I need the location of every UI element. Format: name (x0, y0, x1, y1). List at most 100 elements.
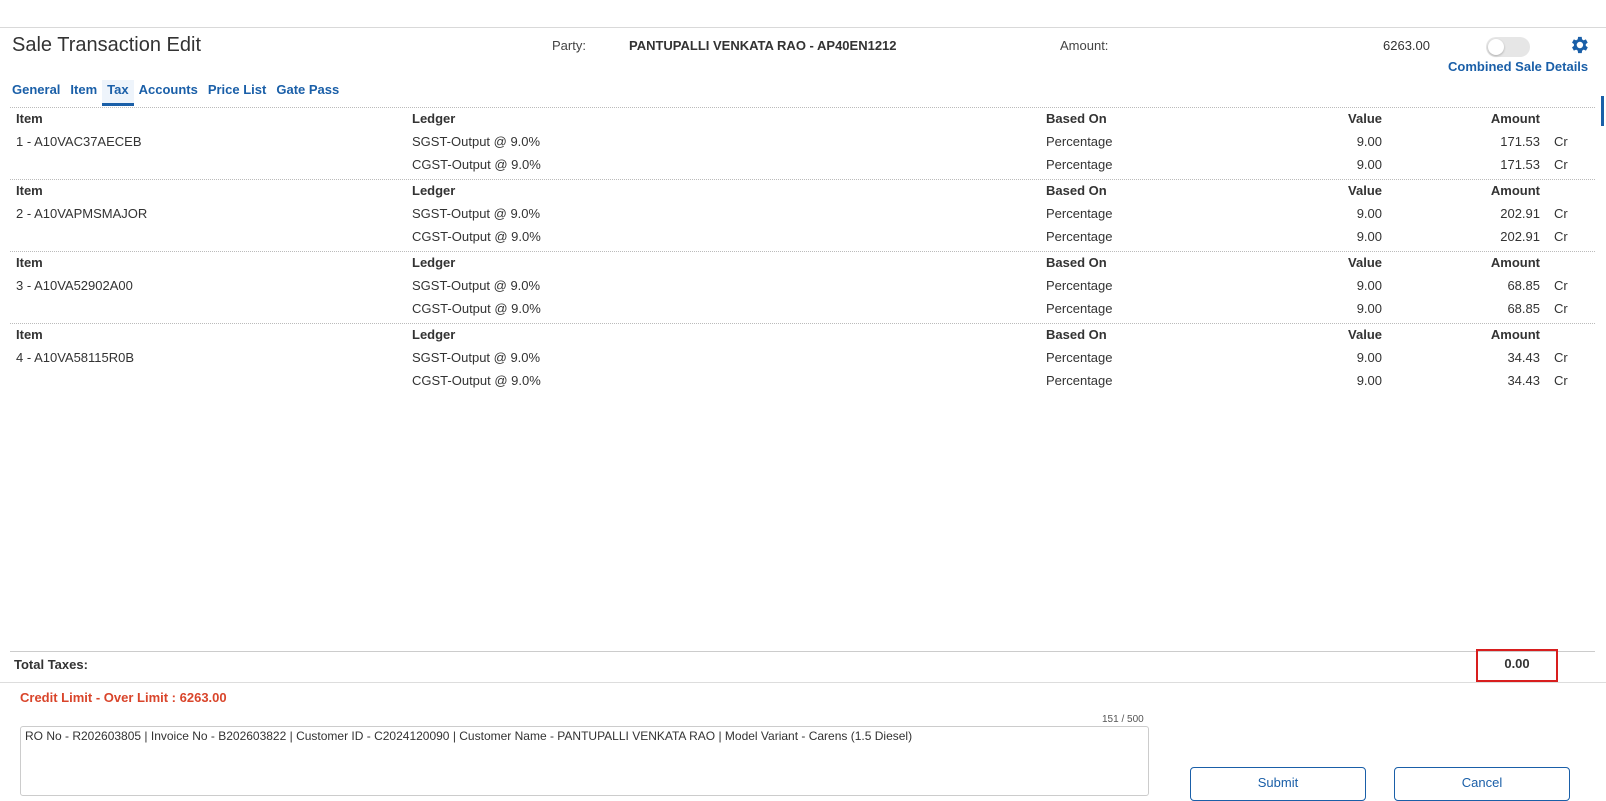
table-row[interactable]: 4 - A10VA58115R0B SGST-Output @ 9.0% Per… (10, 350, 1595, 370)
page-title: Sale Transaction Edit (12, 34, 201, 56)
ledger-cell: SGST-Output @ 9.0% (412, 350, 541, 365)
tax-grid: Item Ledger Based On Value Amount 1 - A1… (10, 107, 1595, 395)
col-amount-header: Amount (1490, 183, 1540, 198)
value-cell: 9.00 (1356, 350, 1382, 365)
group-header-row: Item Ledger Based On Value Amount (10, 255, 1595, 275)
ledger-cell: CGST-Output @ 9.0% (412, 229, 541, 244)
drcr-cell: Cr (1554, 229, 1568, 244)
based-on-cell: Percentage (1046, 134, 1113, 149)
col-item-header: Item (16, 255, 43, 270)
tab-bar: General Item Tax Accounts Price List Gat… (12, 80, 344, 106)
based-on-cell: Percentage (1046, 229, 1113, 244)
ledger-cell: SGST-Output @ 9.0% (412, 206, 541, 221)
tab-gate-pass[interactable]: Gate Pass (271, 80, 344, 106)
col-based-on-header: Based On (1046, 111, 1107, 126)
toggle-knob (1488, 39, 1504, 55)
amount-cell: 171.53 (1500, 134, 1540, 149)
based-on-cell: Percentage (1046, 278, 1113, 293)
col-ledger-header: Ledger (412, 327, 456, 342)
amount-cell: 171.53 (1500, 157, 1540, 172)
drcr-cell: Cr (1554, 157, 1568, 172)
group-header-row: Item Ledger Based On Value Amount (10, 111, 1595, 131)
remarks-field[interactable]: RO No - R202603805 | Invoice No - B20260… (20, 726, 1149, 796)
drcr-cell: Cr (1554, 350, 1568, 365)
submit-button[interactable]: Submit (1190, 767, 1366, 801)
ledger-cell: CGST-Output @ 9.0% (412, 157, 541, 172)
col-item-header: Item (16, 111, 43, 126)
tab-accounts[interactable]: Accounts (134, 80, 203, 106)
based-on-cell: Percentage (1046, 350, 1113, 365)
ledger-cell: CGST-Output @ 9.0% (412, 301, 541, 316)
table-row[interactable]: CGST-Output @ 9.0% Percentage 9.00 202.9… (10, 229, 1595, 249)
tax-group: Item Ledger Based On Value Amount 2 - A1… (10, 179, 1595, 251)
table-row[interactable]: 3 - A10VA52902A00 SGST-Output @ 9.0% Per… (10, 278, 1595, 298)
combined-sale-toggle[interactable] (1486, 37, 1530, 57)
col-ledger-header: Ledger (412, 183, 456, 198)
table-row[interactable]: CGST-Output @ 9.0% Percentage 9.00 34.43… (10, 373, 1595, 393)
tax-group: Item Ledger Based On Value Amount 4 - A1… (10, 323, 1595, 395)
col-amount-header: Amount (1490, 327, 1540, 342)
value-cell: 9.00 (1356, 157, 1382, 172)
based-on-cell: Percentage (1046, 206, 1113, 221)
table-row[interactable]: CGST-Output @ 9.0% Percentage 9.00 68.85… (10, 301, 1595, 321)
amount-label: Amount: (1060, 38, 1109, 53)
drcr-cell: Cr (1554, 373, 1568, 388)
col-item-header: Item (16, 327, 43, 342)
value-cell: 9.00 (1356, 278, 1382, 293)
table-row[interactable]: 2 - A10VAPMSMAJOR SGST-Output @ 9.0% Per… (10, 206, 1595, 226)
value-cell: 9.00 (1356, 134, 1382, 149)
total-divider-top (10, 651, 1595, 652)
item-name: 1 - A10VAC37AECEB (16, 134, 142, 149)
amount-cell: 202.91 (1500, 206, 1540, 221)
amount-cell: 34.43 (1507, 350, 1540, 365)
scroll-indicator[interactable] (1601, 96, 1604, 126)
cancel-button[interactable]: Cancel (1394, 767, 1570, 801)
gear-icon[interactable] (1568, 34, 1590, 56)
tab-tax[interactable]: Tax (102, 80, 134, 106)
tax-group: Item Ledger Based On Value Amount 1 - A1… (10, 107, 1595, 179)
col-based-on-header: Based On (1046, 327, 1107, 342)
top-divider (0, 27, 1606, 28)
col-based-on-header: Based On (1046, 255, 1107, 270)
col-amount-header: Amount (1490, 111, 1540, 126)
combined-sale-details-link[interactable]: Combined Sale Details (1448, 59, 1588, 74)
drcr-cell: Cr (1554, 134, 1568, 149)
tax-group: Item Ledger Based On Value Amount 3 - A1… (10, 251, 1595, 323)
amount-value: 6263.00 (1383, 38, 1430, 53)
table-row[interactable]: 1 - A10VAC37AECEB SGST-Output @ 9.0% Per… (10, 134, 1595, 154)
col-amount-header: Amount (1490, 255, 1540, 270)
amount-cell: 34.43 (1507, 373, 1540, 388)
col-value-header: Value (1348, 255, 1382, 270)
col-value-header: Value (1348, 327, 1382, 342)
value-cell: 9.00 (1356, 229, 1382, 244)
value-cell: 9.00 (1356, 301, 1382, 316)
col-value-header: Value (1348, 111, 1382, 126)
based-on-cell: Percentage (1046, 373, 1113, 388)
table-row[interactable]: CGST-Output @ 9.0% Percentage 9.00 171.5… (10, 157, 1595, 177)
total-taxes-label: Total Taxes: (14, 657, 88, 672)
group-header-row: Item Ledger Based On Value Amount (10, 183, 1595, 203)
based-on-cell: Percentage (1046, 157, 1113, 172)
tab-general[interactable]: General (12, 80, 65, 106)
total-taxes-value: 0.00 (1504, 656, 1530, 671)
col-item-header: Item (16, 183, 43, 198)
ledger-cell: SGST-Output @ 9.0% (412, 134, 541, 149)
item-name: 2 - A10VAPMSMAJOR (16, 206, 148, 221)
tab-item[interactable]: Item (65, 80, 102, 106)
drcr-cell: Cr (1554, 301, 1568, 316)
item-name: 4 - A10VA58115R0B (16, 350, 135, 365)
remarks-char-counter: 151 / 500 (1102, 714, 1144, 725)
drcr-cell: Cr (1554, 278, 1568, 293)
ledger-cell: CGST-Output @ 9.0% (412, 373, 541, 388)
party-label: Party: (552, 38, 586, 53)
amount-cell: 202.91 (1500, 229, 1540, 244)
col-based-on-header: Based On (1046, 183, 1107, 198)
item-name: 3 - A10VA52902A00 (16, 278, 133, 293)
value-cell: 9.00 (1356, 206, 1382, 221)
ledger-cell: SGST-Output @ 9.0% (412, 278, 541, 293)
tab-price-list[interactable]: Price List (203, 80, 272, 106)
drcr-cell: Cr (1554, 206, 1568, 221)
col-value-header: Value (1348, 183, 1382, 198)
total-divider-bottom (0, 682, 1606, 683)
col-ledger-header: Ledger (412, 255, 456, 270)
